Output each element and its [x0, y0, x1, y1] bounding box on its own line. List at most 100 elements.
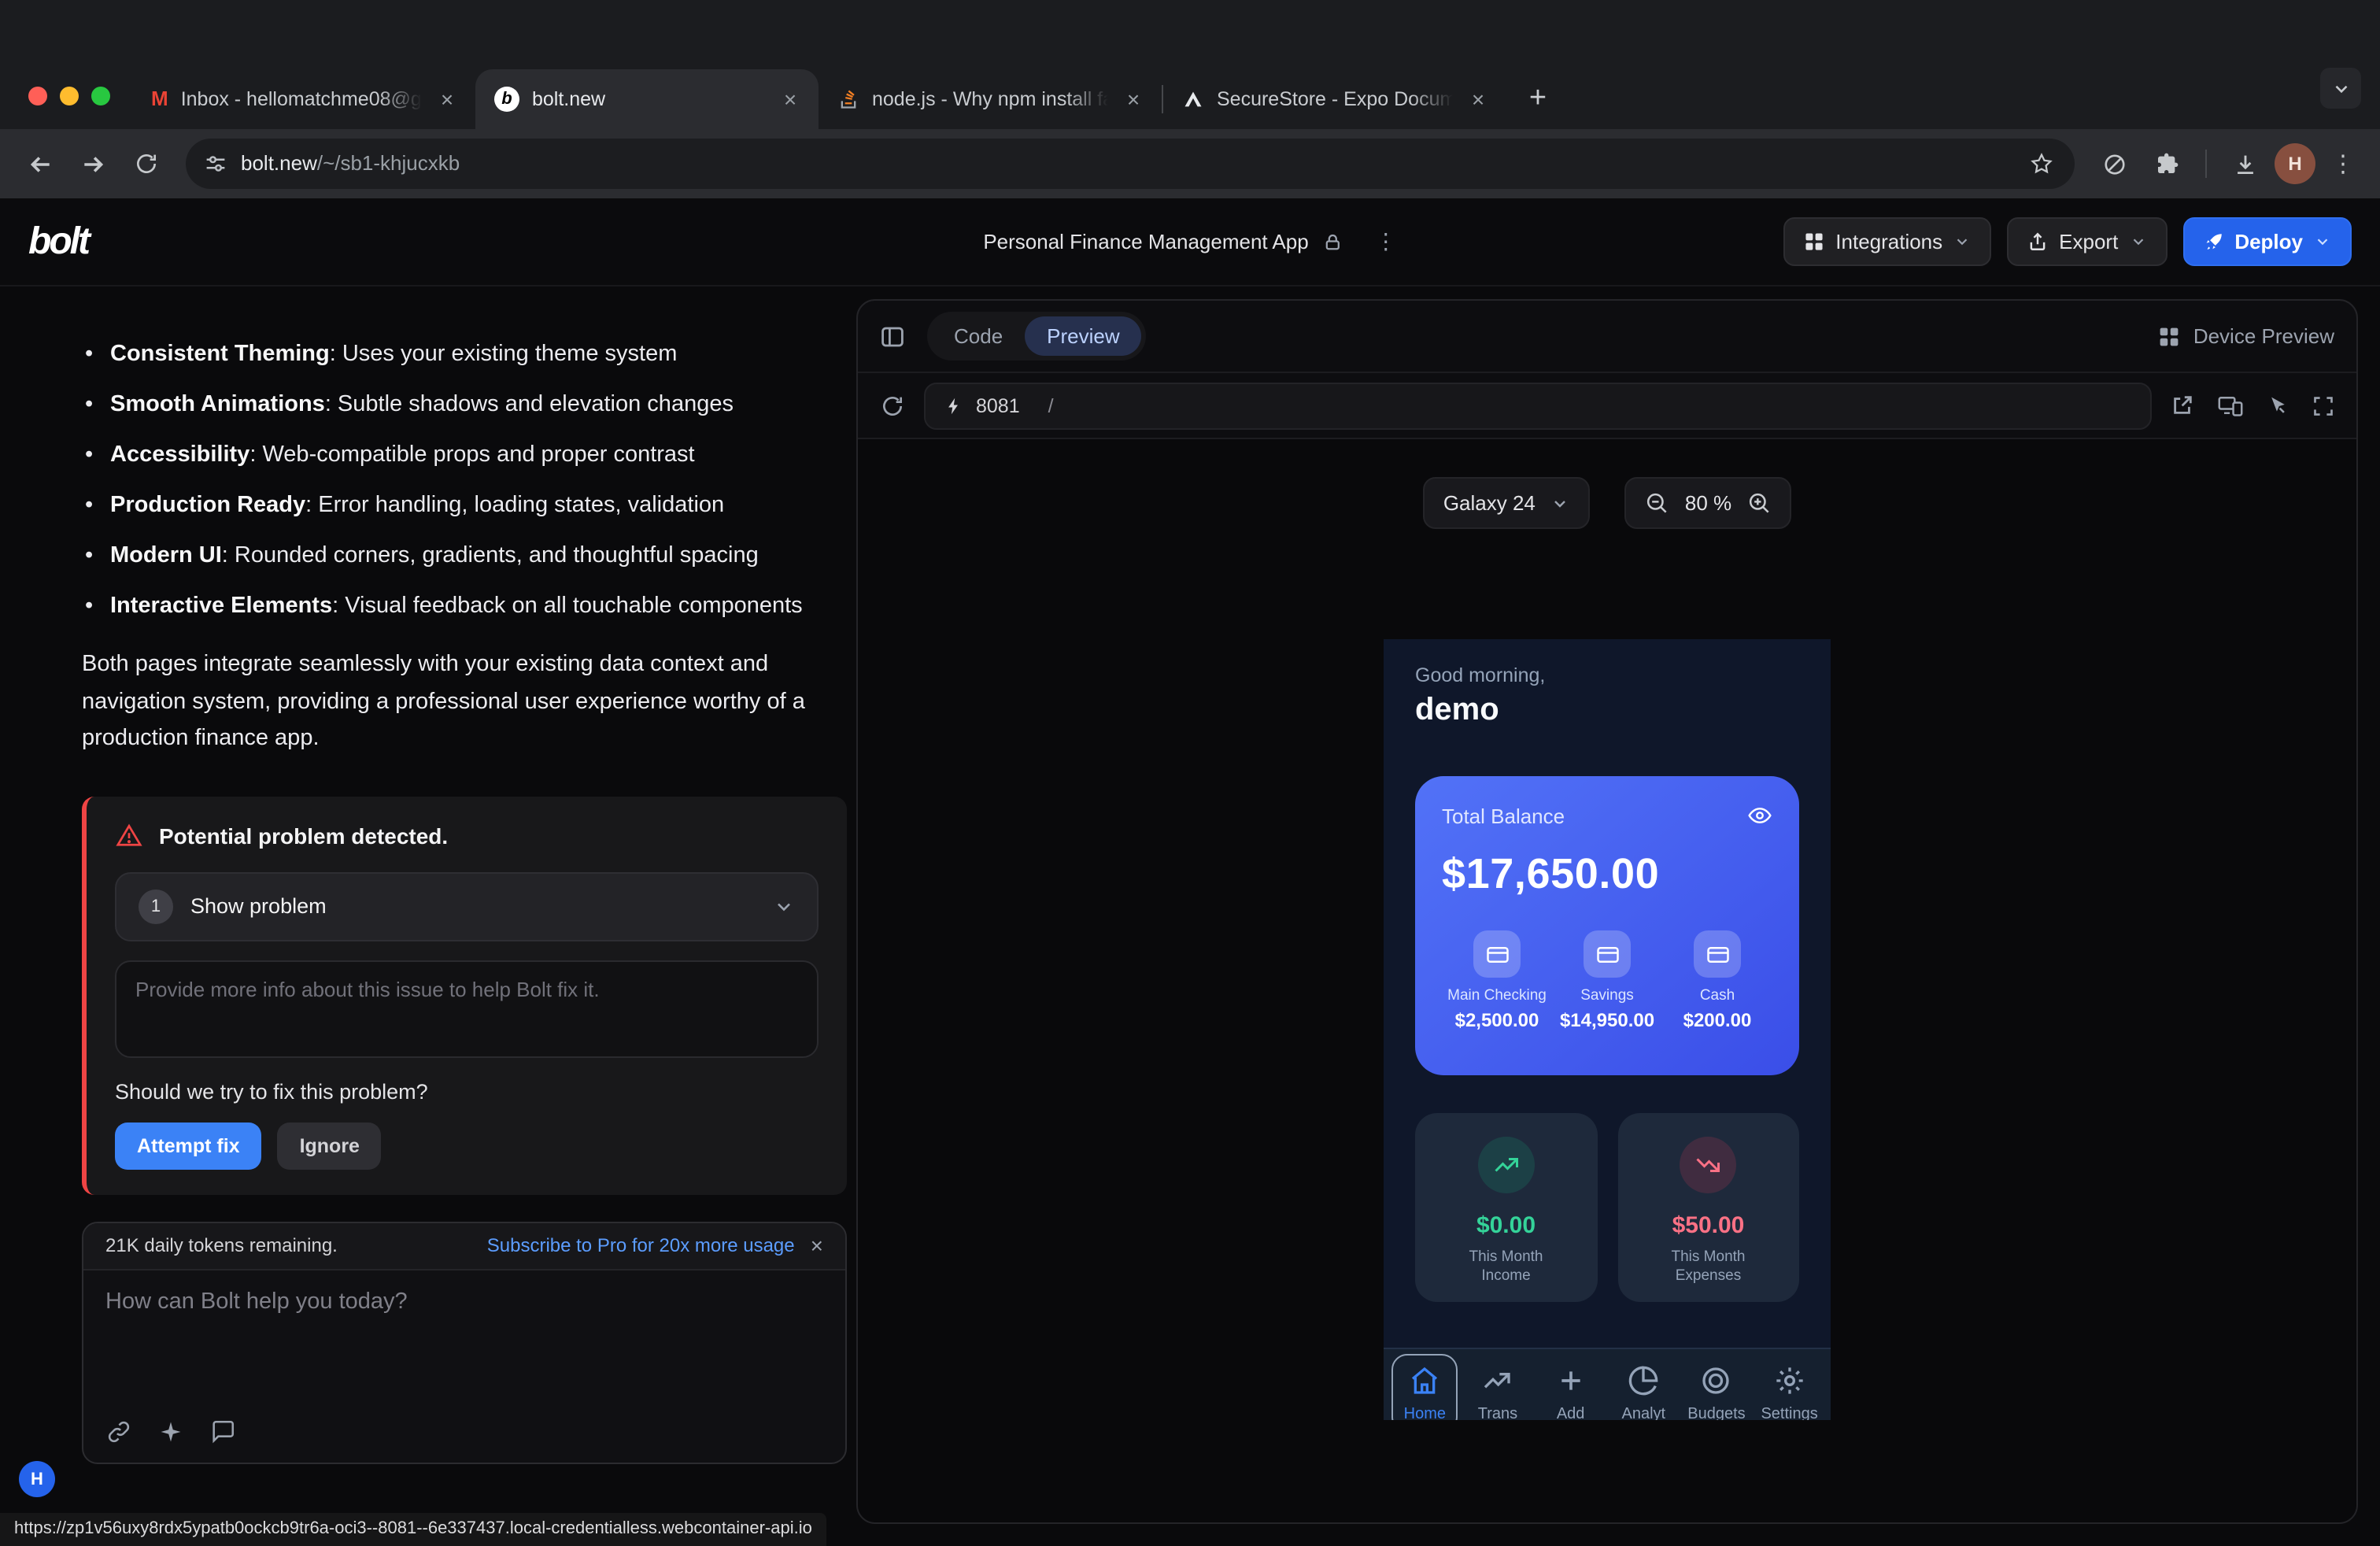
nav-analytics[interactable]: Analyt [1607, 1349, 1680, 1420]
tab-expo[interactable]: SecureStore - Expo Documen × [1163, 69, 1506, 129]
extensions-icon[interactable] [2144, 140, 2191, 187]
banner-close-icon[interactable]: × [811, 1233, 823, 1258]
bolt-favicon: b [494, 87, 519, 112]
sidebar-toggle-icon[interactable] [880, 324, 905, 349]
chat-composer: 21K daily tokens remaining. Subscribe to… [82, 1221, 847, 1463]
ignore-button[interactable]: Ignore [278, 1122, 382, 1169]
assistant-summary: Both pages integrate seamlessly with you… [82, 647, 847, 758]
app-username: demo [1415, 693, 1799, 729]
feature-item: Consistent Theming: Uses your existing t… [82, 337, 847, 373]
zoom-out-icon[interactable] [1646, 491, 1669, 515]
preview-address-bar[interactable]: 8081 / [924, 382, 2152, 429]
tab-gmail[interactable]: M Inbox - hellomatchme08@gm × [132, 69, 475, 129]
integrations-button[interactable]: Integrations [1783, 217, 1991, 266]
reload-button[interactable] [123, 140, 170, 187]
attempt-fix-button[interactable]: Attempt fix [115, 1122, 262, 1169]
deploy-button[interactable]: Deploy [2182, 217, 2352, 266]
nav-add[interactable]: Add [1534, 1349, 1607, 1420]
user-avatar[interactable]: H [19, 1461, 55, 1497]
tab-stackoverflow[interactable]: node.js - Why npm install fail × [819, 69, 1162, 129]
gear-icon [1774, 1365, 1805, 1396]
tab-search-button[interactable] [2320, 68, 2361, 109]
new-tab-button[interactable]: + [1516, 77, 1560, 121]
minimize-window-button[interactable] [60, 87, 79, 105]
eye-icon[interactable] [1747, 803, 1772, 828]
nav-transactions[interactable]: Trans [1462, 1349, 1535, 1420]
trending-down-icon [1680, 1137, 1737, 1193]
expenses-card[interactable]: $50.00 This Month Expenses [1617, 1113, 1799, 1302]
preview-panel: Code Preview Device Preview [856, 299, 2358, 1524]
balance-amount: $17,650.00 [1442, 850, 1772, 899]
tab-close-icon[interactable]: × [1465, 87, 1491, 112]
lock-icon [1323, 232, 1342, 251]
tab-title: node.js - Why npm install fail [872, 88, 1108, 110]
preview-canvas: Galaxy 24 80 % [858, 439, 2356, 1522]
preview-path: / [1048, 394, 1054, 416]
account-cash[interactable]: Cash $200.00 [1662, 930, 1772, 1031]
app-bottom-nav: Home Trans Add [1384, 1348, 1831, 1420]
chevron-down-icon [773, 895, 795, 917]
zoom-in-icon[interactable] [1747, 491, 1771, 515]
tab-code[interactable]: Code [932, 316, 1025, 356]
address-bar[interactable]: bolt.new/~/sb1-khjucxkb [186, 139, 2075, 189]
expenses-amount: $50.00 [1672, 1212, 1745, 1239]
bolt-logo[interactable]: bolt [28, 220, 88, 264]
tab-close-icon[interactable]: × [778, 87, 803, 112]
export-icon [2027, 231, 2048, 252]
plus-icon [1555, 1365, 1587, 1396]
project-menu-icon[interactable]: ⋮ [1375, 228, 1397, 255]
nav-budgets[interactable]: Budgets [1680, 1349, 1754, 1420]
app-greeting: Good morning, [1415, 664, 1799, 686]
integrations-grid-icon [1804, 231, 1824, 252]
tab-close-icon[interactable]: × [1121, 87, 1146, 112]
browser-toolbar: bolt.new/~/sb1-khjucxkb H ⋮ [0, 129, 2380, 198]
responsive-devices-icon[interactable] [2218, 394, 2243, 417]
profile-avatar[interactable]: H [2275, 143, 2315, 184]
problem-count-badge: 1 [139, 889, 173, 923]
downloads-icon[interactable] [2221, 140, 2268, 187]
income-card[interactable]: $0.00 This Month Income [1415, 1113, 1597, 1302]
preview-reload-icon[interactable] [880, 393, 905, 418]
nav-settings[interactable]: Settings [1753, 1349, 1826, 1420]
token-banner: 21K daily tokens remaining. Subscribe to… [83, 1222, 845, 1270]
code-preview-switch: Code Preview [927, 312, 1147, 361]
chevron-down-icon [1551, 494, 1570, 512]
feature-item: Interactive Elements: Visual feedback on… [82, 589, 847, 625]
account-main-checking[interactable]: Main Checking $2,500.00 [1442, 930, 1552, 1031]
subscribe-pro-link[interactable]: Subscribe to Pro for 20x more usage [487, 1234, 795, 1256]
fullscreen-icon[interactable] [2312, 394, 2334, 416]
device-select[interactable]: Galaxy 24 [1423, 477, 1591, 529]
tab-preview[interactable]: Preview [1025, 316, 1142, 356]
content-blocked-icon[interactable] [2090, 140, 2138, 187]
device-grid-icon [2159, 325, 2181, 347]
browser-menu-icon[interactable]: ⋮ [2322, 150, 2364, 178]
back-button[interactable] [16, 140, 63, 187]
account-savings[interactable]: Savings $14,950.00 [1552, 930, 1662, 1031]
show-problem-dropdown[interactable]: 1 Show problem [115, 871, 819, 941]
income-amount: $0.00 [1476, 1212, 1536, 1239]
trend-chart-icon [1482, 1365, 1513, 1396]
site-settings-icon[interactable] [205, 153, 227, 175]
tab-bolt-active[interactable]: b bolt.new × [475, 69, 819, 129]
bookmark-star-icon[interactable] [2018, 140, 2065, 187]
close-window-button[interactable] [28, 87, 47, 105]
inspect-cursor-icon[interactable] [2267, 394, 2289, 416]
export-button[interactable]: Export [2007, 217, 2167, 266]
enhance-prompt-icon[interactable] [159, 1419, 183, 1443]
total-balance-card[interactable]: Total Balance $17,650.00 [1415, 776, 1799, 1075]
problem-info-input[interactable] [115, 960, 819, 1057]
forward-button[interactable] [69, 140, 116, 187]
balance-label: Total Balance [1442, 804, 1565, 827]
card-icon [1694, 930, 1741, 978]
chat-input[interactable] [105, 1289, 823, 1370]
device-preview-toggle[interactable]: Device Preview [2159, 324, 2334, 348]
tokens-remaining-text: 21K daily tokens remaining. [105, 1234, 338, 1256]
attach-link-icon[interactable] [105, 1418, 132, 1444]
port-flash-icon [944, 396, 963, 415]
zoom-window-button[interactable] [91, 87, 110, 105]
tab-title: bolt.new [532, 88, 765, 110]
nav-home[interactable]: Home [1388, 1349, 1462, 1420]
open-external-icon[interactable] [2171, 394, 2194, 417]
tab-close-icon[interactable]: × [434, 87, 460, 112]
discuss-mode-icon[interactable] [209, 1418, 236, 1444]
